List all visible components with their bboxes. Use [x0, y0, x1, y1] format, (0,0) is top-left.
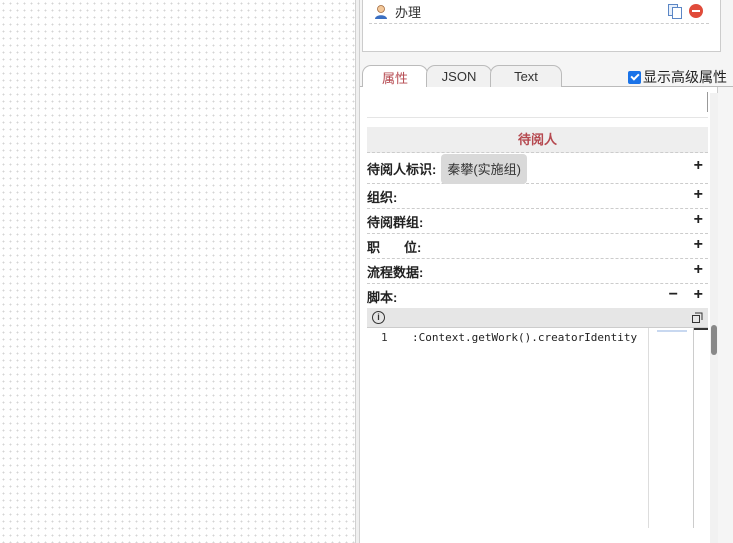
line-gutter: 1: [367, 328, 411, 528]
code-line[interactable]: :Context.getWork().creatorIdentity: [412, 331, 637, 344]
prop-identity: 待阅人标识: 秦攀(实施组) +: [367, 153, 708, 184]
add-identity-button[interactable]: +: [694, 157, 703, 175]
blank-field[interactable]: [367, 92, 708, 118]
prop-org: 组织: +: [367, 184, 708, 209]
info-icon[interactable]: i: [372, 311, 385, 324]
script-editor-toolbar: i: [367, 308, 708, 328]
remove-icon[interactable]: [689, 4, 703, 18]
prop-label: 待阅群组:: [367, 214, 424, 230]
section-title: 待阅人: [367, 127, 708, 153]
route-item[interactable]: 办理: [369, 0, 709, 24]
prop-group: 待阅群组: +: [367, 209, 708, 234]
advanced-toggle[interactable]: 显示高级属性: [628, 67, 727, 87]
route-list: 办理: [362, 0, 721, 52]
line-number: 1: [381, 331, 388, 344]
collapse-script-button[interactable]: −: [669, 286, 678, 304]
tab-json[interactable]: JSON: [426, 65, 492, 87]
identity-tag[interactable]: 秦攀(实施组): [441, 153, 528, 184]
add-script-button[interactable]: +: [694, 286, 703, 304]
advanced-checkbox[interactable]: [628, 70, 641, 84]
flow-canvas[interactable]: [0, 0, 355, 543]
script-editor[interactable]: 1 :Context.getWork().creatorIdentity: [367, 328, 708, 528]
add-flow-data-button[interactable]: +: [694, 261, 703, 279]
prop-label: 组织:: [367, 189, 398, 205]
panel-scrollbar[interactable]: [710, 93, 718, 543]
route-label: 办理: [395, 5, 422, 20]
prop-label: 脚本:: [367, 290, 398, 305]
prop-label: 待阅人标识:: [367, 162, 437, 177]
user-icon: [375, 4, 387, 19]
copy-icon[interactable]: [667, 3, 683, 19]
prop-script: 脚本: − +: [367, 284, 708, 309]
editor-minimap[interactable]: [648, 328, 694, 528]
prop-label: 职: [367, 239, 381, 255]
properties-area: 待阅人 待阅人标识: 秦攀(实施组) + 组织: + 待阅群组: + 职 位: …: [360, 87, 718, 543]
tab-label: Text: [514, 69, 538, 84]
scrollbar-thumb[interactable]: [711, 325, 717, 355]
prop-label: 位:: [404, 239, 422, 255]
restore-window-icon[interactable]: [692, 312, 703, 323]
add-duty-button[interactable]: +: [694, 236, 703, 254]
properties-content: 待阅人 待阅人标识: 秦攀(实施组) + 组织: + 待阅群组: + 职 位: …: [367, 87, 708, 543]
add-group-button[interactable]: +: [694, 211, 703, 229]
prop-flow-data: 流程数据: +: [367, 259, 708, 284]
tab-label: JSON: [441, 69, 477, 84]
add-org-button[interactable]: +: [694, 186, 703, 204]
prop-duty: 职 位: +: [367, 234, 708, 259]
property-panel: 办理 属性 JSON Text 显示高级属性 待阅人 待阅人标识: 秦攀(实施组…: [360, 0, 733, 543]
tab-properties[interactable]: 属性: [362, 65, 428, 88]
editor-scroll-marker: [694, 328, 708, 330]
tab-bar: 属性 JSON Text 显示高级属性: [360, 63, 733, 88]
advanced-label: 显示高级属性: [643, 69, 727, 85]
tab-text[interactable]: Text: [490, 65, 562, 87]
prop-label: 流程数据:: [367, 264, 424, 280]
tab-label: 属性: [381, 70, 408, 86]
